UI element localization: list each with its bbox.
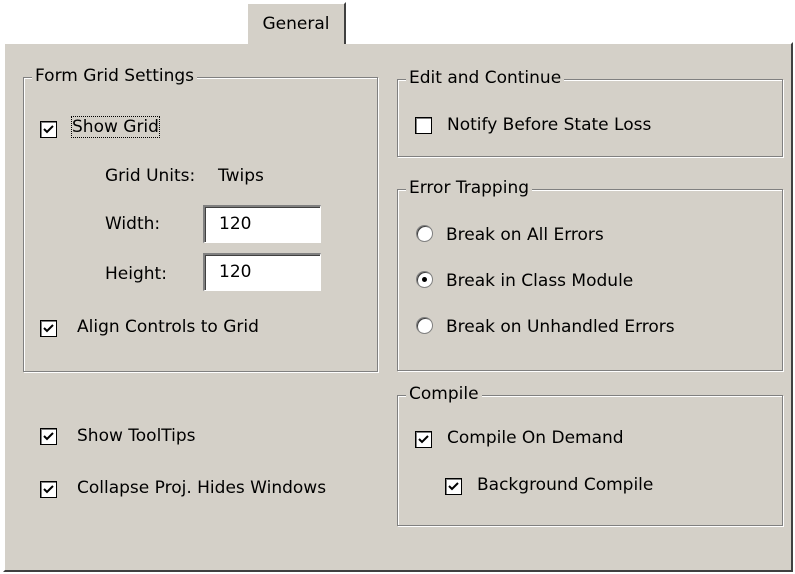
width-field[interactable]: 120 (203, 205, 321, 243)
background-compile-label[interactable]: Background Compile (477, 475, 653, 495)
show-tooltips-label[interactable]: Show ToolTips (77, 426, 196, 446)
show-grid-checkbox[interactable] (40, 121, 57, 138)
width-label: Width: (105, 214, 161, 234)
checkmark-icon (418, 435, 429, 444)
break-on-unhandled-errors-radio[interactable] (416, 317, 433, 334)
tab-label: General (262, 14, 330, 34)
break-on-all-errors-radio[interactable] (416, 225, 433, 242)
collapse-proj-label[interactable]: Collapse Proj. Hides Windows (77, 478, 326, 498)
width-value: 120 (219, 214, 252, 234)
height-value: 120 (219, 262, 252, 282)
break-in-class-module-radio[interactable] (416, 271, 433, 288)
collapse-proj-checkbox[interactable] (40, 481, 57, 498)
radio-selected-dot (422, 277, 427, 282)
notify-label[interactable]: Notify Before State Loss (447, 115, 651, 135)
height-field[interactable]: 120 (203, 253, 321, 291)
compile-on-demand-checkbox[interactable] (415, 431, 432, 448)
show-grid-label[interactable]: Show Grid (71, 116, 160, 138)
break-on-all-errors-label[interactable]: Break on All Errors (446, 225, 604, 245)
compile-group: Compile (397, 384, 783, 526)
show-tooltips-checkbox[interactable] (40, 428, 57, 445)
break-on-unhandled-errors-label[interactable]: Break on Unhandled Errors (446, 317, 675, 337)
notify-checkbox[interactable] (415, 117, 432, 134)
grid-units-value: Twips (218, 166, 264, 186)
checkmark-icon (43, 485, 54, 494)
height-label: Height: (105, 264, 167, 284)
checkmark-icon (448, 482, 459, 491)
checkmark-icon (43, 125, 54, 134)
align-controls-checkbox[interactable] (40, 320, 57, 337)
compile-on-demand-label[interactable]: Compile On Demand (447, 428, 624, 448)
group-title: Edit and Continue (406, 68, 565, 88)
checkmark-icon (43, 432, 54, 441)
grid-units-label: Grid Units: (105, 166, 196, 186)
break-in-class-module-label[interactable]: Break in Class Module (446, 271, 633, 291)
checkmark-icon (43, 324, 54, 333)
group-title: Compile (406, 384, 482, 404)
align-controls-label[interactable]: Align Controls to Grid (77, 317, 259, 337)
group-title: Form Grid Settings (32, 66, 198, 86)
tab-general[interactable]: General (246, 2, 346, 44)
group-title: Error Trapping (406, 178, 533, 198)
background-compile-checkbox[interactable] (445, 478, 462, 495)
